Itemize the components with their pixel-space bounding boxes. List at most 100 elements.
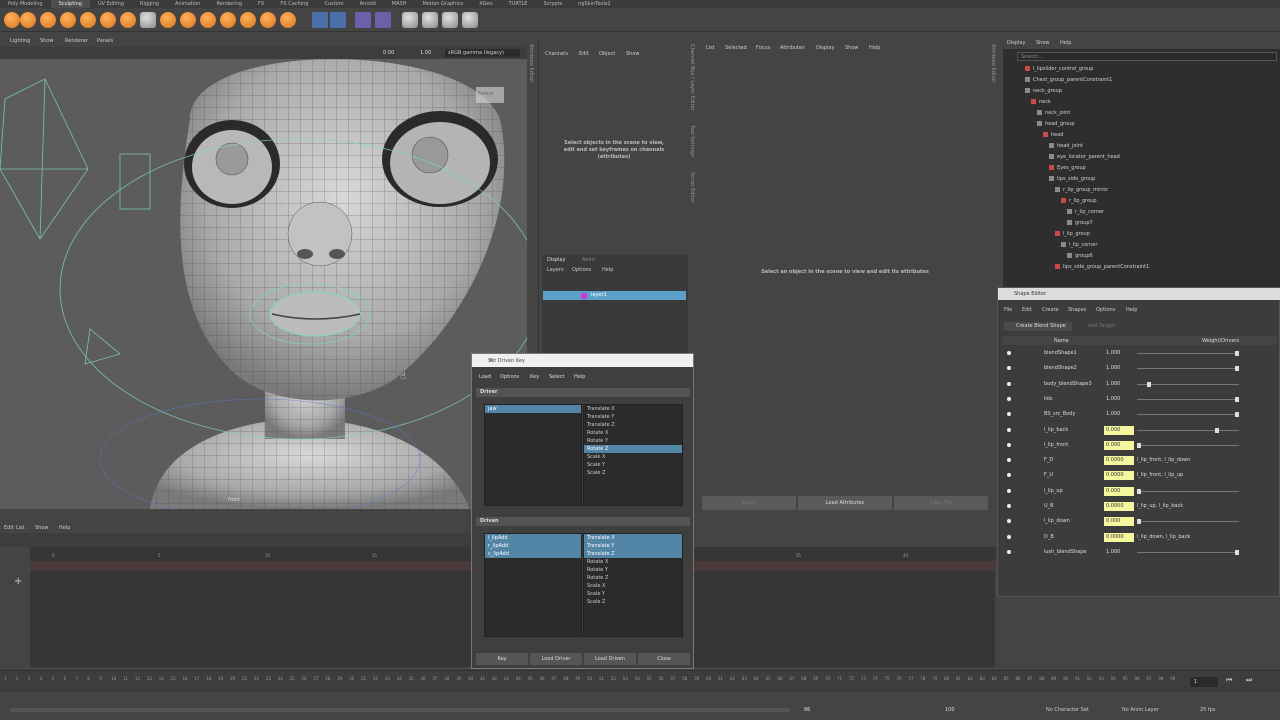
driven-object-list[interactable]: l_lipAdd r_lipAdd c_lipAdd [484, 533, 582, 637]
graph-menu-show[interactable]: Show [35, 525, 49, 531]
frame-value[interactable]: 0.00 [383, 50, 394, 56]
3d-viewport[interactable]: Femor front ☝ [0, 59, 527, 509]
shelf-tab[interactable]: Motion Graphics [414, 0, 471, 8]
visibility-icon[interactable] [1007, 473, 1011, 478]
add-target-button[interactable]: Add Target [1076, 322, 1126, 331]
list-item[interactable]: r_lipAdd [485, 542, 581, 550]
shelf-tool-icon[interactable] [120, 12, 136, 28]
outliner-item[interactable]: r_lip_group [1061, 198, 1097, 204]
cb-menu-object[interactable]: Object [599, 51, 615, 57]
weight-field[interactable]: 1.000 [1104, 410, 1134, 419]
shelf-tab[interactable]: Rendering [208, 0, 250, 8]
shelf-tool-icon[interactable] [160, 12, 176, 28]
weight-field[interactable]: 0.0000 [1104, 471, 1134, 481]
list-item[interactable]: Scale Z [584, 598, 682, 606]
shelf-tool-icon[interactable] [60, 12, 76, 28]
shelf-tab[interactable]: Custom [316, 0, 351, 8]
weight-slider-handle[interactable] [1146, 381, 1151, 387]
anim-layer-select[interactable]: No Anim Layer [1122, 707, 1159, 713]
weight-field[interactable]: 1.000 [1104, 548, 1134, 557]
shelf-tool-icon[interactable] [260, 12, 276, 28]
outliner-item[interactable]: r_lip_corner [1067, 209, 1104, 215]
shelf-tool-icon[interactable] [40, 12, 56, 28]
weight-slider-track[interactable] [1137, 353, 1239, 354]
shelf-tool-icon[interactable] [280, 12, 296, 28]
shelf-tab[interactable]: MASH [384, 0, 415, 8]
shelf-tab[interactable]: FX Caching [272, 0, 316, 8]
weight-field[interactable]: 1.000 [1104, 349, 1134, 358]
graph-menu-edit[interactable]: Edit [4, 525, 14, 531]
shelf-tool-icon[interactable] [375, 12, 391, 28]
shelf-tab[interactable]: ngSkinTools2 [570, 0, 618, 8]
weight-field[interactable]: 1.000 [1104, 395, 1134, 404]
visibility-icon[interactable] [1007, 534, 1011, 539]
weight-field[interactable]: 0.0000 [1104, 456, 1134, 466]
shelf-tool-icon[interactable] [330, 12, 346, 28]
load-driven-button[interactable]: Load Driven [584, 653, 636, 665]
blend-shape-row[interactable]: l_lip_front 0.000 [1002, 439, 1277, 453]
shelf-tab[interactable]: Poly Modeling [0, 0, 51, 8]
weight-slider-handle[interactable] [1137, 519, 1141, 525]
list-item[interactable]: Rotate Z [584, 445, 682, 453]
blend-shape-row[interactable]: l_lip_down 0.000 [1002, 515, 1277, 529]
blend-shape-row[interactable]: body_blendShape3 1.000 [1002, 378, 1277, 392]
driver-object-list[interactable]: jaw [484, 404, 582, 506]
shelf-tab[interactable]: Animation [167, 0, 209, 8]
attribute-editor-right-tab[interactable]: Attribute Editor [990, 44, 996, 82]
list-item[interactable]: l_lipAdd [485, 534, 581, 542]
layer-row[interactable]: layer1 [543, 291, 686, 300]
weight-slider-handle[interactable] [1235, 412, 1239, 418]
load-driver-button[interactable]: Load Driver [530, 653, 582, 665]
visibility-icon[interactable] [1007, 351, 1011, 355]
list-item[interactable]: Rotate X [584, 558, 682, 566]
layer-name[interactable]: layer1 [591, 292, 607, 298]
outliner-item[interactable]: l_lip_group [1055, 231, 1090, 237]
weight-slider-track[interactable] [1137, 521, 1239, 523]
shelf-tool-icon[interactable] [20, 12, 36, 28]
weight-slider-track[interactable] [1137, 383, 1239, 385]
visibility-icon[interactable] [1007, 504, 1011, 508]
shape-menu-shapes[interactable]: Shapes [1068, 307, 1086, 313]
list-item[interactable]: Scale Y [584, 590, 682, 598]
blend-shape-row[interactable]: U_B 0.0000 l_lip_up, l_lip_back [1002, 500, 1277, 514]
blend-shape-row[interactable]: BS_src_Body 1.000 [1002, 408, 1277, 422]
driver-section-header[interactable]: Driver [476, 388, 690, 397]
weight-slider-track[interactable] [1137, 398, 1239, 400]
outliner-item[interactable]: neck_joint [1037, 110, 1070, 116]
list-item[interactable]: Translate Z [584, 421, 682, 429]
step-forward-icon[interactable]: ⏭ [1246, 676, 1252, 685]
outliner-item[interactable]: head_group [1037, 121, 1075, 127]
sdk-titlebar[interactable]: Set Driven Key × [472, 354, 693, 367]
layer-tab-display[interactable]: Display [547, 257, 565, 263]
ae-menu-list[interactable]: List [706, 45, 715, 51]
shape-menu-options[interactable]: Options [1096, 307, 1115, 313]
outliner-menu-show[interactable]: Show [1036, 40, 1050, 46]
shelf-tool-icon[interactable] [220, 12, 236, 28]
ae-menu-help[interactable]: Help [869, 45, 880, 51]
shelf-tab[interactable]: FX [250, 0, 272, 8]
sdk-menu-options[interactable]: Options [500, 374, 519, 380]
blend-shape-row[interactable]: F_D 0.0000 l_lip_front, l_lip_down [1002, 454, 1277, 468]
list-item[interactable]: Rotate X [584, 429, 682, 437]
shelf-tab[interactable]: Scrypts [535, 0, 570, 8]
shelf-tab[interactable]: Arnold [352, 0, 384, 8]
shelf-tool-icon[interactable] [355, 12, 371, 28]
outliner-item[interactable]: lips_side_group [1049, 176, 1095, 182]
shelf-tool-icon[interactable] [80, 12, 96, 28]
blend-shape-row[interactable]: blendShape2 1.000 [1002, 362, 1277, 376]
weight-slider-track[interactable] [1137, 490, 1239, 492]
ae-select-button[interactable]: Select [702, 496, 796, 510]
blend-shape-row[interactable]: lush_blendShape 1.000 [1002, 546, 1277, 560]
shape-menu-file[interactable]: File [1004, 307, 1012, 313]
list-item[interactable]: Scale Y [584, 461, 682, 469]
shelf-tab[interactable]: Rigging [132, 0, 167, 8]
list-item[interactable]: Translate X [584, 405, 682, 413]
weight-field[interactable]: 0.000 [1104, 425, 1134, 435]
visibility-icon[interactable] [1007, 366, 1011, 371]
visibility-icon[interactable] [1007, 442, 1011, 447]
blend-shape-row[interactable]: l_lip_up 0.000 [1002, 485, 1277, 499]
ae-menu-attributes[interactable]: Attributes [780, 45, 805, 51]
ae-menu-show[interactable]: Show [845, 45, 859, 51]
shelf-tool-icon[interactable] [442, 12, 458, 28]
cb-menu-show[interactable]: Show [626, 51, 640, 57]
